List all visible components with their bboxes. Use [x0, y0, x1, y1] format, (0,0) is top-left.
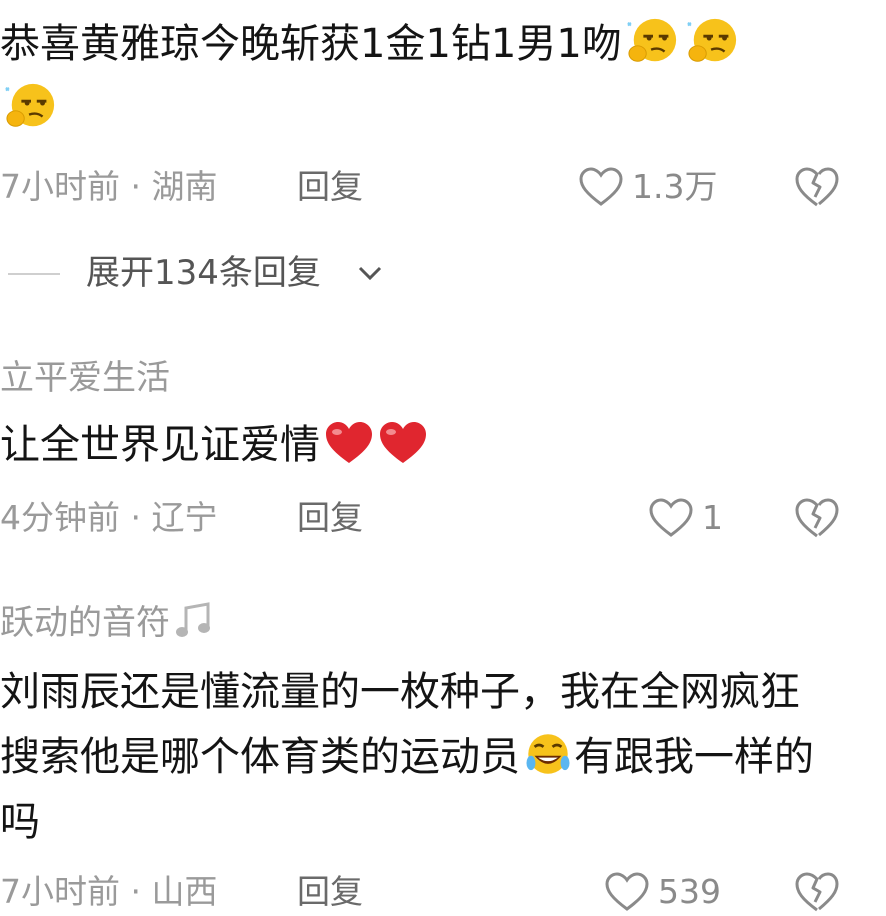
comment-time-location: 7小时前 · 湖南 [0, 167, 218, 206]
expand-replies[interactable]: 展开134条回复 [0, 248, 500, 298]
comment-username[interactable]: 立平爱生活 [0, 358, 170, 398]
smirk-hand-emoji [627, 18, 676, 62]
rofl-emoji [526, 734, 570, 774]
like-button[interactable]: 539 [604, 868, 721, 916]
reply-button[interactable]: 回复 [297, 494, 363, 542]
comment-meta: 7小时前 · 湖南 回复 1.3万 [0, 163, 886, 211]
comment-body: 恭喜黄雅琼今晚斩获1金1钻1男1吻 [0, 21, 622, 67]
smirk-hand-emoji [5, 83, 55, 127]
heart-outline-icon [605, 872, 649, 911]
expand-replies-label: 展开134条回复 [86, 253, 321, 293]
comment-meta: 7小时前 · 山西 回复 539 [0, 868, 886, 916]
heart-outline-icon [649, 498, 693, 537]
reply-button[interactable]: 回复 [297, 868, 363, 916]
chevron-down-icon [358, 266, 382, 281]
comment-text: 让全世界见证爱情 [0, 413, 860, 478]
like-button[interactable]: 1 [648, 494, 723, 542]
red-heart-emoji [326, 422, 372, 463]
comment-time-location: 7小时前 · 山西 [0, 872, 218, 911]
music-note-icon [176, 602, 210, 637]
broken-heart-icon[interactable] [793, 870, 841, 914]
comment-meta: 4分钟前 · 辽宁 回复 1 [0, 494, 886, 542]
like-count: 1 [702, 498, 723, 537]
like-button[interactable]: 1.3万 [578, 163, 717, 211]
broken-heart-icon[interactable] [793, 165, 841, 209]
comment-text: 刘雨辰还是懂流量的一枚种子，我在全网疯狂搜索他是哪个体育类的运动员 有跟我一样的吗 [0, 660, 830, 855]
comment-text: 恭喜黄雅琼今晚斩获1金1钻1男1吻 [0, 12, 860, 142]
like-count: 539 [658, 872, 721, 911]
comment-username[interactable]: 跃动的音符 [0, 602, 214, 643]
heart-outline-icon [579, 167, 623, 206]
comment-username-text: 跃动的音符 [0, 603, 170, 643]
comment-time-location: 4分钟前 · 辽宁 [0, 498, 218, 537]
divider [8, 273, 60, 275]
like-count: 1.3万 [632, 167, 718, 206]
broken-heart-icon[interactable] [793, 496, 841, 540]
comment-body: 让全世界见证爱情 [0, 422, 320, 468]
smirk-hand-emoji [687, 18, 736, 62]
reply-button[interactable]: 回复 [297, 163, 363, 211]
red-heart-emoji [380, 422, 426, 463]
